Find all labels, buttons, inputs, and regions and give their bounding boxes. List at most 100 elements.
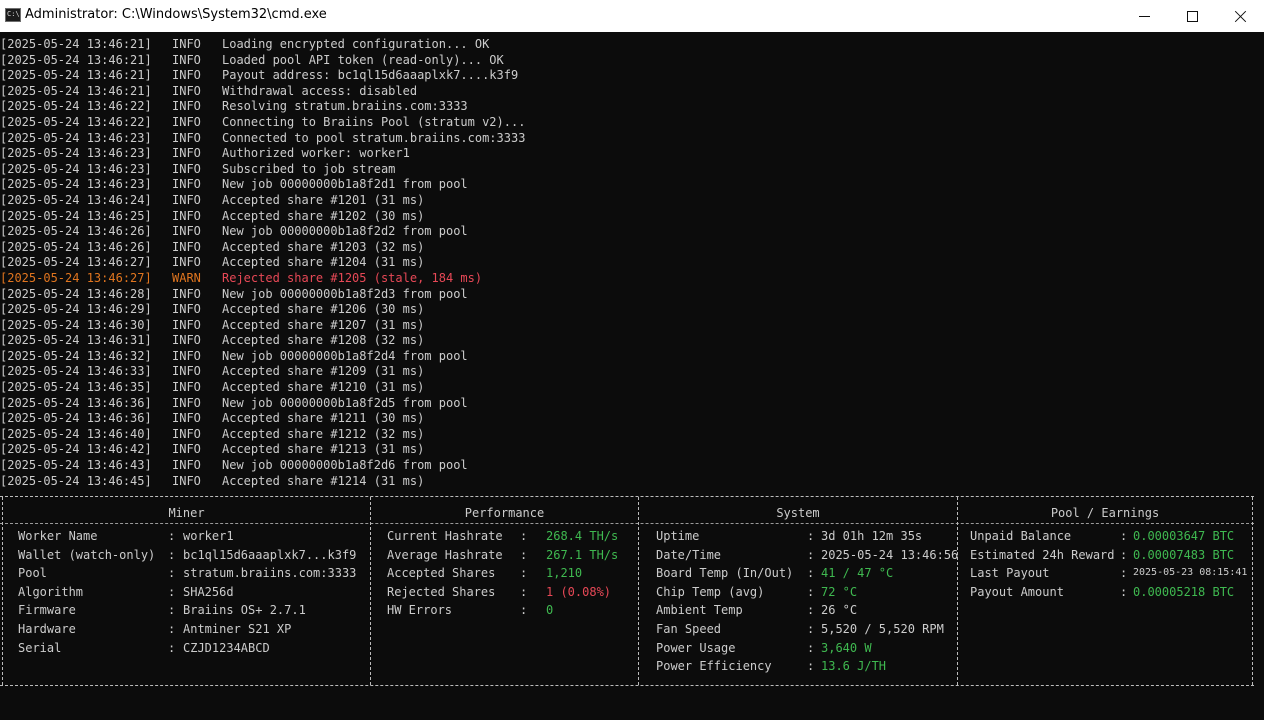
log-timestamp: [2025-05-24 13:46:26] — [0, 239, 152, 254]
miner-label: Algorithm — [18, 584, 84, 599]
performance-separator: : — [520, 529, 528, 543]
system-value: 72 °C — [821, 584, 858, 599]
close-icon — [1234, 10, 1247, 23]
miner-value: Antminer S21 XP — [183, 622, 292, 636]
panel-bottom-border — [0, 685, 1254, 686]
performance-label: Average Hashrate — [387, 547, 503, 562]
performance-label: Accepted Shares — [387, 566, 496, 581]
system-separator: : — [807, 529, 815, 543]
log-level: INFO — [172, 114, 201, 129]
pool-value: 2025-05-23 08:15:41 — [1133, 567, 1248, 579]
log-timestamp: [2025-05-24 13:46:27] — [0, 270, 152, 285]
log-level: INFO — [172, 239, 201, 254]
log-level: INFO — [172, 146, 201, 161]
performance-value: 1,210 — [546, 566, 583, 581]
log-message: New job 00000000b1a8f2d5 from pool — [222, 395, 468, 410]
performance-label: HW Errors — [387, 603, 453, 618]
log-level: INFO — [172, 395, 201, 410]
title-bar[interactable]: Administrator: C:\Windows\System32\cmd.e… — [0, 0, 1264, 32]
system-label: Power Usage — [656, 640, 736, 655]
miner-label: Wallet (watch-only) — [18, 547, 156, 562]
log-level: INFO — [172, 52, 201, 67]
log-level: INFO — [172, 364, 201, 379]
system-value: 13.6 J/TH — [821, 659, 887, 674]
panel-separator-3 — [957, 497, 958, 685]
log-level: INFO — [172, 333, 201, 348]
log-timestamp: [2025-05-24 13:46:28] — [0, 286, 152, 301]
log-level: INFO — [172, 130, 201, 145]
pool-label: Estimated 24h Reward — [970, 547, 1115, 562]
miner-label: Serial — [18, 640, 62, 655]
pool-label: Unpaid Balance — [970, 529, 1072, 543]
log-timestamp: [2025-05-24 13:46:21] — [0, 68, 152, 83]
panel-separator-1 — [370, 497, 371, 685]
log-message: Accepted share #1209 (31 ms) — [222, 364, 425, 379]
log-message: New job 00000000b1a8f2d1 from pool — [222, 177, 468, 192]
panel-right-border — [1252, 497, 1253, 685]
system-value: 41 / 47 °C — [821, 566, 894, 581]
log-timestamp: [2025-05-24 13:46:23] — [0, 177, 152, 192]
log-message: Accepted share #1204 (31 ms) — [222, 255, 425, 270]
miner-separator: : — [168, 529, 176, 543]
log-message: Rejected share #1205 (stale, 184 ms) — [222, 270, 483, 285]
console-output[interactable]: [2025-05-24 13:46:21] INFO Loading encrypt… — [0, 37, 1264, 720]
panel-top-border — [0, 496, 1254, 497]
panel-separator-2 — [638, 497, 639, 685]
log-timestamp: [2025-05-24 13:46:26] — [0, 224, 152, 239]
log-level: INFO — [172, 83, 201, 98]
log-timestamp: [2025-05-24 13:46:22] — [0, 114, 152, 129]
maximize-button[interactable] — [1168, 0, 1216, 32]
miner-separator: : — [168, 622, 176, 636]
pool-value: 0.00007483 BTC — [1133, 547, 1235, 562]
log-timestamp: [2025-05-24 13:46:23] — [0, 146, 152, 161]
log-level: INFO — [172, 426, 201, 441]
miner-separator: : — [168, 547, 176, 562]
miner-value: CZJD1234ABCD — [183, 640, 270, 655]
miner-separator: : — [168, 640, 176, 655]
system-label: Date/Time — [656, 547, 722, 562]
log-level: INFO — [172, 458, 201, 473]
minimize-button[interactable] — [1120, 0, 1168, 32]
performance-label: Rejected Shares — [387, 584, 496, 599]
system-separator: : — [807, 622, 815, 636]
close-button[interactable] — [1216, 0, 1264, 32]
miner-separator: : — [168, 584, 176, 599]
performance-value: 0 — [546, 603, 554, 618]
miner-value: Braiins OS+ 2.7.1 — [183, 603, 306, 618]
log-level: INFO — [172, 442, 201, 457]
log-level: INFO — [172, 37, 201, 51]
miner-label: Pool — [18, 566, 47, 581]
system-separator: : — [807, 640, 815, 655]
maximize-icon — [1186, 10, 1198, 22]
log-timestamp: [2025-05-24 13:46:21] — [0, 52, 152, 67]
pool-label: Payout Amount — [970, 584, 1064, 599]
log-level: INFO — [172, 473, 201, 488]
log-message: Payout address: bc1ql15d6aaaplxk7....k3f… — [222, 68, 519, 83]
log-message: Accepted share #1212 (32 ms) — [222, 426, 425, 441]
log-message: New job 00000000b1a8f2d3 from pool — [222, 286, 468, 301]
log-timestamp: [2025-05-24 13:46:35] — [0, 380, 152, 395]
log-level: INFO — [172, 224, 201, 239]
pool-separator: : — [1120, 547, 1128, 562]
log-message: Connected to pool stratum.braiins.com:33… — [222, 130, 526, 145]
log-message: Connecting to Braiins Pool (stratum v2).… — [222, 114, 526, 129]
log-message: Accepted share #1207 (31 ms) — [222, 317, 425, 332]
pool-panel-title: Pool / Earnings — [1050, 506, 1160, 520]
log-level: INFO — [172, 348, 201, 363]
log-timestamp: [2025-05-24 13:46:21] — [0, 37, 152, 51]
log-message: Accepted share #1214 (31 ms) — [222, 473, 425, 488]
system-value: 26 °C — [821, 603, 858, 618]
log-message: Accepted share #1213 (31 ms) — [222, 442, 425, 457]
system-label: Ambient Temp — [656, 603, 743, 618]
pool-separator: : — [1120, 584, 1128, 599]
system-value: 3d 01h 12m 35s — [821, 529, 923, 543]
log-message: New job 00000000b1a8f2d6 from pool — [222, 458, 468, 473]
log-level: INFO — [172, 255, 201, 270]
log-timestamp: [2025-05-24 13:46:23] — [0, 161, 152, 176]
performance-panel-title: Performance — [464, 506, 545, 520]
cmd-icon — [5, 8, 21, 22]
system-label: Uptime — [656, 529, 700, 543]
log-level: WARN — [172, 270, 201, 285]
log-level: INFO — [172, 411, 201, 426]
miner-label: Worker Name — [18, 529, 98, 543]
